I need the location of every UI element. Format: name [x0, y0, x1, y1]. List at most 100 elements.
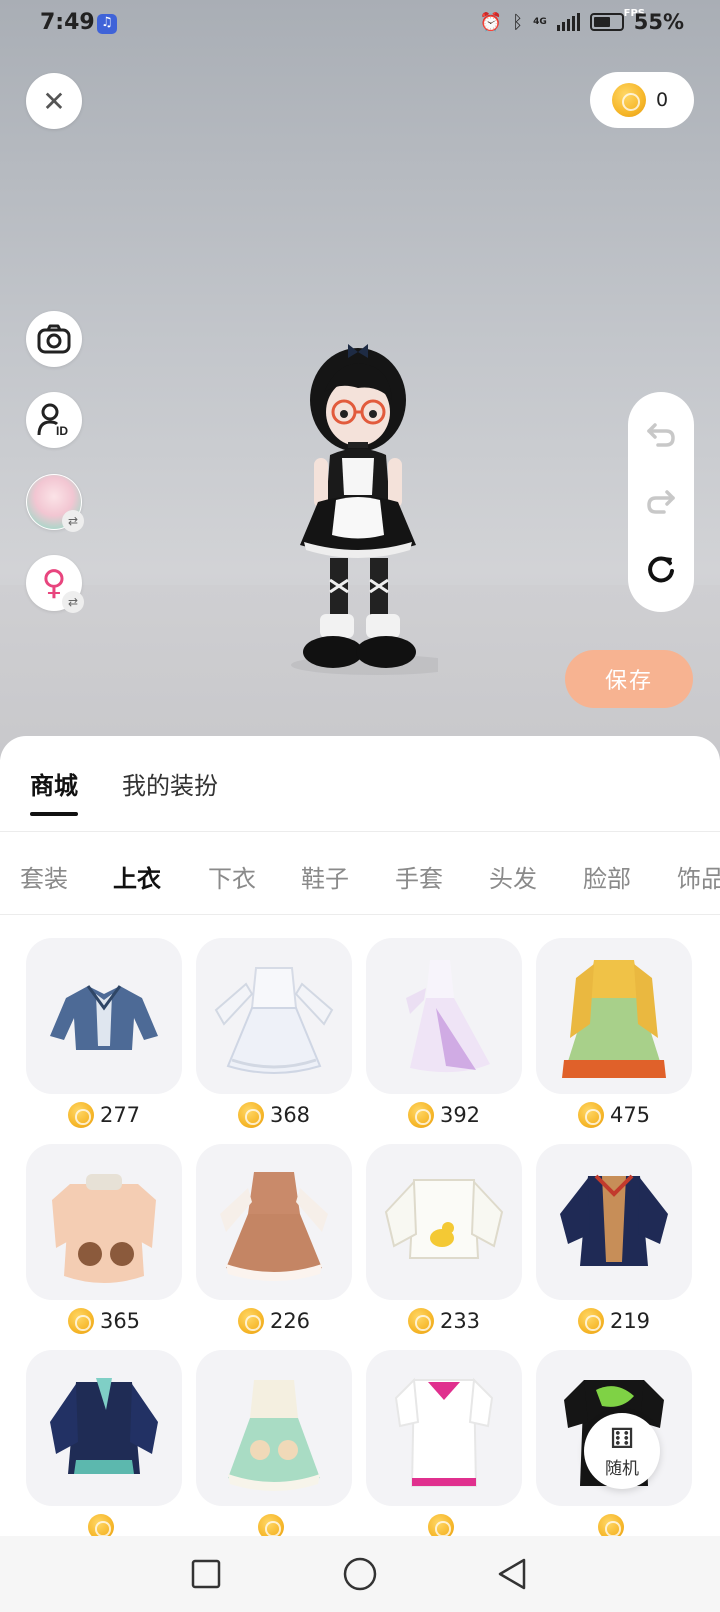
- avatar-viewport[interactable]: 7:49 FPS ⏰ ᛒ 4G 55% ✕ 0 ID: [0, 0, 720, 760]
- item-card[interactable]: [26, 1350, 182, 1538]
- item-price: [196, 1512, 352, 1538]
- coin-icon: [612, 83, 646, 117]
- item-thumbnail: [196, 938, 352, 1094]
- item-thumbnail: [536, 938, 692, 1094]
- user-id-icon: ID: [37, 403, 68, 437]
- navy-coat-icon: [560, 1174, 668, 1266]
- recents-button[interactable]: [188, 1556, 224, 1592]
- price-value: 226: [269, 1309, 311, 1333]
- item-card[interactable]: 392: [366, 938, 522, 1130]
- tab-my-outfits[interactable]: 我的装扮: [122, 766, 218, 801]
- camera-button[interactable]: [26, 311, 82, 367]
- item-card[interactable]: 475: [536, 938, 692, 1130]
- category-tab-accessories[interactable]: 饰品: [677, 859, 720, 894]
- item-card[interactable]: [196, 1350, 352, 1538]
- tab-shop[interactable]: 商城: [30, 766, 78, 801]
- main-tabs: 商城 我的装扮: [0, 736, 720, 832]
- network-type: 4G: [533, 16, 547, 27]
- category-tab-gloves[interactable]: 手套: [395, 859, 443, 894]
- category-tab-suits[interactable]: 套装: [20, 859, 68, 894]
- item-thumbnail: [366, 938, 522, 1094]
- mint-dress-icon: [228, 1380, 320, 1491]
- item-card[interactable]: 219: [536, 1144, 692, 1336]
- coin-icon: [407, 1102, 434, 1128]
- bluetooth-icon: ᛒ: [512, 11, 524, 33]
- coin-icon: [67, 1308, 94, 1334]
- item-card[interactable]: 368: [196, 938, 352, 1130]
- status-time: 7:49: [40, 10, 95, 35]
- category-tab-hair[interactable]: 头发: [489, 859, 537, 894]
- item-card[interactable]: 277: [26, 938, 182, 1130]
- price-value: 475: [609, 1103, 651, 1127]
- lilac-gown-icon: [406, 960, 490, 1073]
- coin-balance[interactable]: 0: [590, 72, 694, 128]
- save-button[interactable]: 保存: [565, 650, 693, 708]
- price-value: 392: [439, 1103, 481, 1127]
- switch-gender-button[interactable]: ♀ ⇄: [26, 555, 84, 613]
- swap-icon: ⇄: [62, 510, 84, 532]
- random-label: 随机: [605, 1458, 639, 1479]
- coin-icon: [258, 1514, 284, 1538]
- battery-icon: [589, 13, 624, 31]
- coin-icon: [577, 1308, 604, 1334]
- undo-button[interactable]: [639, 413, 683, 457]
- price-value: 365: [99, 1309, 141, 1333]
- price-value: 368: [269, 1103, 311, 1127]
- signal-icon: [556, 13, 580, 31]
- avatar-character: [291, 344, 438, 675]
- coin-icon: [428, 1514, 454, 1538]
- category-tab-face[interactable]: 脸部: [583, 859, 631, 894]
- coin-icon: [577, 1102, 604, 1128]
- category-tab-tops[interactable]: 上衣: [113, 859, 161, 894]
- redo-icon: [647, 490, 675, 514]
- coin-icon: [237, 1308, 264, 1334]
- coin-icon: [598, 1514, 624, 1538]
- item-card[interactable]: 226: [196, 1144, 352, 1336]
- item-card[interactable]: [366, 1350, 522, 1538]
- svg-text:ID: ID: [56, 424, 68, 437]
- category-tab-bottoms[interactable]: 下衣: [208, 859, 256, 894]
- price-value: 219: [609, 1309, 651, 1333]
- home-button[interactable]: [342, 1556, 378, 1592]
- teal-jacket-icon: [50, 1378, 158, 1474]
- duck-sweater-icon: [384, 1179, 504, 1259]
- item-price: 277: [26, 1100, 182, 1130]
- item-thumbnail: [26, 1350, 182, 1506]
- item-card[interactable]: 233: [366, 1144, 522, 1336]
- square-icon: [191, 1559, 221, 1589]
- alarm-icon: ⏰: [479, 11, 503, 33]
- triangle-back-icon: [498, 1558, 526, 1590]
- status-bar: 7:49 FPS ⏰ ᛒ 4G 55%: [0, 0, 720, 48]
- pink-shirt-icon: [394, 1377, 494, 1487]
- reset-icon: [648, 556, 674, 583]
- category-tab-shoes[interactable]: 鞋子: [301, 859, 349, 894]
- circle-icon: [343, 1557, 377, 1591]
- item-price: 365: [26, 1306, 182, 1336]
- reset-button[interactable]: [639, 547, 683, 591]
- item-price: [366, 1512, 522, 1538]
- item-thumbnail: [536, 1144, 692, 1300]
- close-icon: ✕: [42, 84, 66, 118]
- system-nav-bar: [0, 1536, 720, 1612]
- history-controls: [628, 392, 694, 612]
- coin-balance-value: 0: [656, 89, 669, 111]
- item-thumbnail: [366, 1144, 522, 1300]
- random-button[interactable]: ⚅ 随机: [584, 1413, 660, 1489]
- hanfu-robe-icon: [562, 960, 666, 1078]
- switch-avatar-button[interactable]: ⇄: [26, 474, 84, 532]
- item-thumbnail: [366, 1350, 522, 1506]
- category-tabs[interactable]: 套装 上衣 下衣 鞋子 手套 头发 脸部 饰品: [0, 833, 720, 915]
- redo-button[interactable]: [639, 480, 683, 524]
- dice-icon: ⚅: [609, 1421, 635, 1455]
- item-card[interactable]: 365: [26, 1144, 182, 1336]
- item-price: 219: [536, 1306, 692, 1336]
- back-button[interactable]: [494, 1556, 530, 1592]
- swap-icon: ⇄: [62, 591, 84, 613]
- coin-icon: [67, 1102, 94, 1128]
- coin-icon: [88, 1514, 114, 1538]
- music-app-icon: [97, 14, 117, 34]
- brown-dress-icon: [220, 1172, 328, 1281]
- avatar-id-button[interactable]: ID: [26, 392, 82, 448]
- item-thumbnail: [26, 938, 182, 1094]
- close-button[interactable]: ✕: [26, 73, 82, 129]
